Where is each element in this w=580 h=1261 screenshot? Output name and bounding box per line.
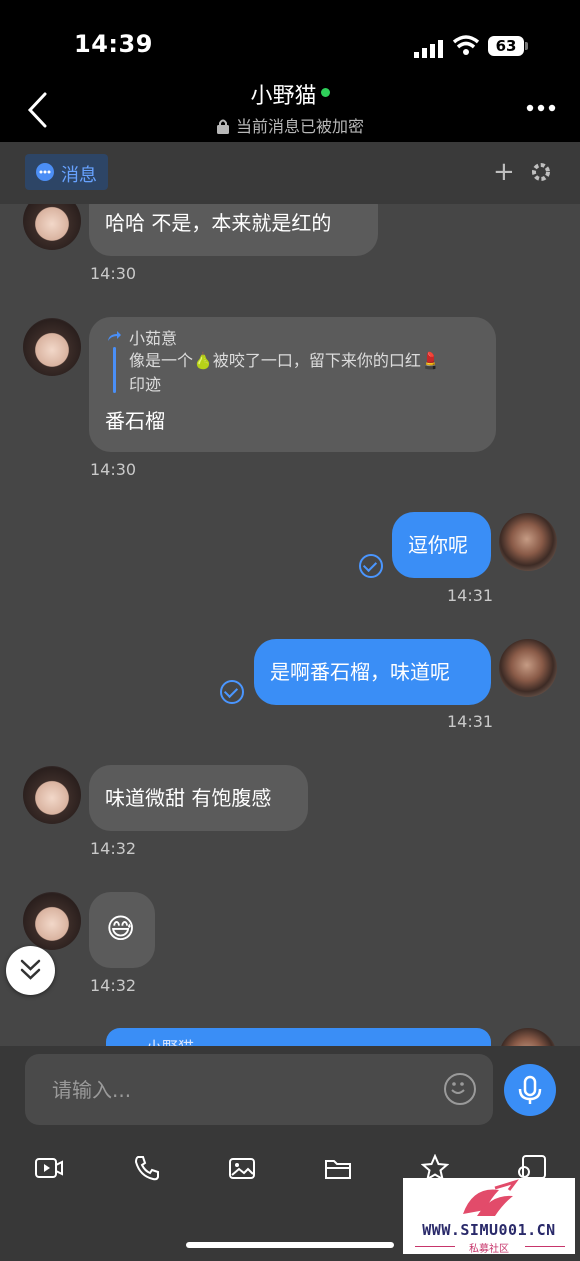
message-bubble[interactable]: 哈哈 不是，本来就是红的 [89, 204, 378, 256]
message-text: 是啊番石榴，味道呢 [270, 660, 450, 684]
quote-text: 像是一个🍐被咬了一口，留下来你的口红💄 印迹 [129, 349, 441, 397]
message-time: 14:32 [90, 839, 137, 858]
scroll-to-bottom-button[interactable] [6, 946, 55, 995]
message-bubble[interactable]: 味道微甜 有饱腹感 [89, 765, 308, 831]
message-text: 味道微甜 有饱腹感 [105, 786, 272, 810]
avatar[interactable] [23, 892, 81, 950]
reply-arrow-icon [108, 331, 121, 341]
message-bubble[interactable]: 小茹意 像是一个🍐被咬了一口，留下来你的口红💄 印迹 番石榴 [89, 317, 496, 452]
message-bubble[interactable]: 是啊番石榴，味道呢 [254, 639, 491, 705]
home-indicator [186, 1242, 394, 1248]
message-bubble[interactable]: 逗你呢 [392, 512, 491, 578]
avatar[interactable] [23, 766, 81, 824]
quote-text-line: 印迹 [129, 375, 162, 394]
battery-icon: 63 [488, 36, 524, 56]
lock-icon [216, 119, 229, 134]
avatar[interactable] [499, 1028, 557, 1046]
watermark-subtext: 私募社区 [469, 1244, 509, 1255]
message-time: 14:32 [90, 976, 137, 995]
voice-input-button[interactable] [504, 1064, 556, 1116]
image-icon[interactable] [228, 1154, 256, 1182]
quote-author: 小野猫 [146, 1035, 194, 1046]
encryption-notice: 当前消息已被加密 [0, 113, 580, 137]
double-chevron-down-icon [20, 959, 41, 980]
watermark-text: WWW.SIMU001.CN [422, 1221, 556, 1239]
quote-bar [113, 347, 116, 393]
watermark-divider [525, 1246, 565, 1247]
more-icon[interactable] [526, 101, 556, 115]
online-status-dot [320, 88, 330, 97]
chat-title[interactable]: 小野猫 [250, 84, 316, 109]
battery-tip [525, 42, 528, 50]
tab-messages-label: 消息 [61, 165, 97, 186]
video-icon[interactable] [34, 1154, 64, 1182]
avatar[interactable] [499, 639, 557, 697]
folder-icon[interactable] [324, 1154, 352, 1182]
avatar[interactable] [23, 318, 81, 376]
chat-title-row: 小野猫 [0, 78, 580, 110]
message-time: 14:31 [447, 712, 494, 731]
encryption-text: 当前消息已被加密 [235, 117, 364, 136]
message-bubble[interactable]: 😅 [89, 892, 155, 968]
add-icon[interactable]: + [493, 159, 515, 185]
avatar[interactable] [23, 204, 81, 250]
emoji-icon[interactable] [444, 1073, 476, 1105]
read-check-icon [220, 680, 244, 704]
message-input-placeholder: 请输入... [52, 1078, 132, 1102]
mic-icon [518, 1075, 542, 1104]
quote-text-line: 像是一个🍐被咬了一口，留下来你的口红💄 [129, 351, 441, 370]
signal-icon [414, 40, 443, 58]
chat-bubble-icon [36, 163, 54, 181]
message-time: 14:30 [90, 460, 137, 479]
avatar[interactable] [499, 513, 557, 571]
message-text: 哈哈 不是，本来就是红的 [105, 211, 332, 235]
read-check-icon [359, 554, 383, 578]
chat-message-list[interactable]: 哈哈 不是，本来就是红的 14:30 小茹意 像是一个🍐被咬了一口，留下来你的口… [0, 204, 580, 1046]
message-text: 逗你呢 [408, 533, 468, 557]
status-time: 14:39 [74, 30, 153, 58]
watermark-divider [415, 1246, 455, 1247]
message-bubble[interactable]: 小野猫 [106, 1028, 491, 1046]
message-time: 14:30 [90, 264, 137, 283]
message-time: 14:31 [447, 586, 494, 605]
emoji-message: 😅 [106, 912, 136, 945]
phone-icon[interactable] [133, 1154, 161, 1182]
message-text: 番石榴 [105, 409, 165, 433]
gear-icon[interactable] [530, 161, 552, 183]
wifi-icon [452, 35, 480, 55]
